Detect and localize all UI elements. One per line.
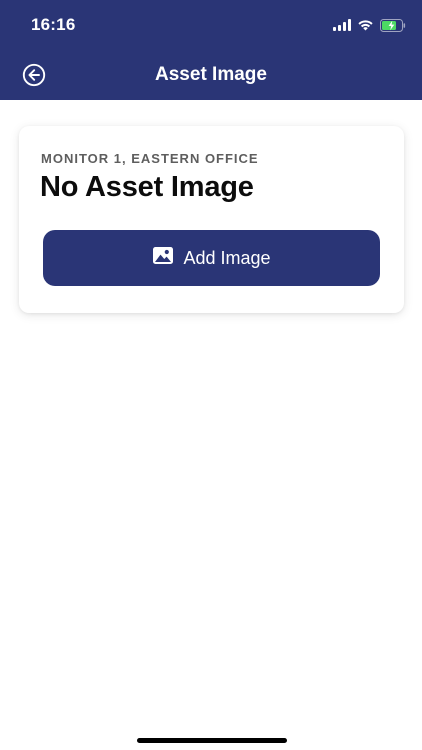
- battery-charging-icon: [380, 18, 406, 32]
- add-image-button[interactable]: Add Image: [43, 230, 380, 286]
- status-time: 16:16: [31, 15, 76, 34]
- wifi-icon: [357, 19, 374, 31]
- add-image-label: Add Image: [183, 247, 271, 268]
- cellular-signal-icon: [333, 19, 351, 31]
- asset-location-label: MONITOR 1, EASTERN OFFICE: [41, 151, 259, 166]
- image-icon: [152, 246, 174, 270]
- navigation-bar: 16:16 Asset Image: [0, 0, 422, 100]
- no-image-heading: No Asset Image: [40, 171, 254, 203]
- home-indicator: [137, 738, 287, 743]
- page-title: Asset Image: [155, 64, 267, 85]
- status-icons: [333, 17, 406, 33]
- asset-image-card: MONITOR 1, EASTERN OFFICE No Asset Image…: [19, 126, 404, 313]
